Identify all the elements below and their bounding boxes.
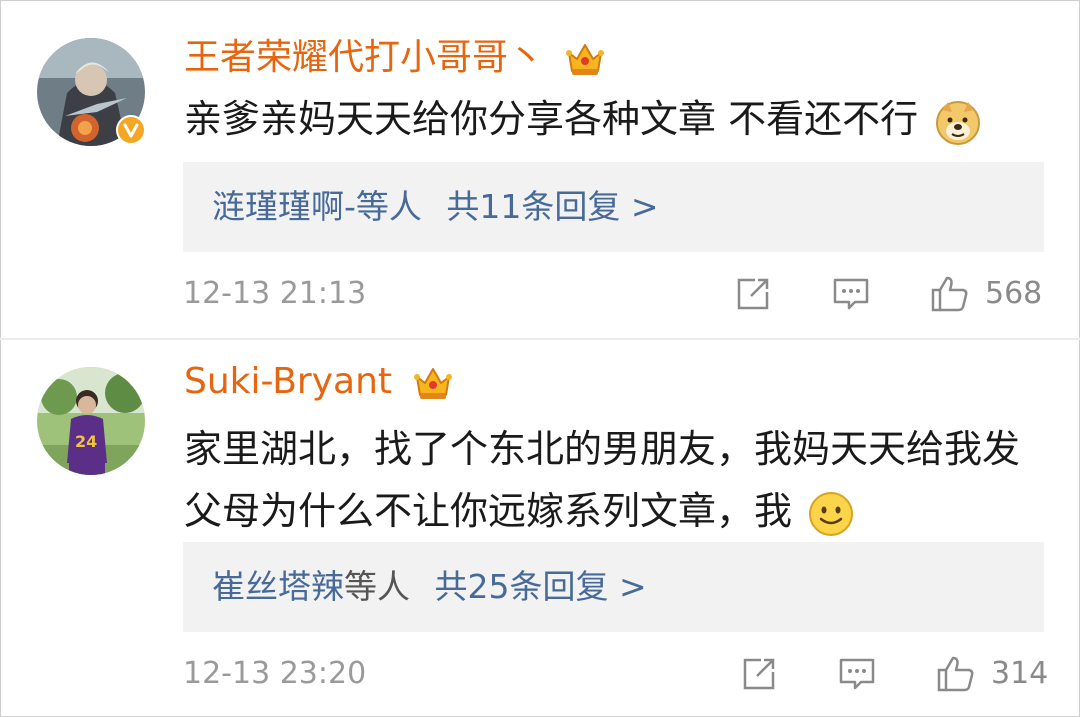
comment-item: 24 Suki-Bryant 家里湖北，找了个东北的男朋友，我妈天天给我发 父母… [0,340,1080,717]
reply-users-suffix: 等人 [344,567,410,606]
comment-footer: 12-13 21:13 568 [183,274,1044,318]
comment-text-line-2: 父母为什么不让你远嫁系列文章，我 [184,480,1020,542]
like-count: 314 [991,656,1049,691]
username-text[interactable]: 王者荣耀代打小哥哥 [184,37,508,78]
comment-icon[interactable] [837,654,877,694]
like-icon[interactable] [929,274,971,314]
crown-icon [414,368,453,399]
crown-icon [566,44,605,75]
doge-emoji-icon [936,100,981,145]
reply-preview[interactable]: 崔丝塔辣等人 共25条回复 > [183,542,1044,632]
comment-text: 亲爹亲妈天天给你分享各种文章 不看还不行 [184,88,982,150]
comment-item: 王者荣耀代打小哥哥丶 亲爹亲妈天天给你分享各种文章 不看还不行 涟瑾瑾啊-等人 … [0,0,1080,338]
avatar[interactable]: 24 [37,367,145,475]
reply-count-link[interactable]: 共25条回复 > [435,567,647,606]
share-icon[interactable] [733,274,773,314]
comment-text-line: 家里湖北，找了个东北的男朋友，我妈天天给我发 [184,427,1021,471]
share-icon[interactable] [739,654,779,694]
username-text[interactable]: Suki-Bryant [184,361,392,402]
reply-count-link[interactable]: 共11条回复 > [446,187,658,226]
username[interactable]: Suki-Bryant [184,360,453,404]
username-suffix: 丶 [508,37,545,78]
reply-users[interactable]: 崔丝塔辣 [212,567,344,606]
comment-time: 12-13 23:20 [183,656,367,691]
comment-text-line: 父母为什么不让你远嫁系列文章，我 [184,489,793,533]
comment-text-line: 亲爹亲妈天天给你分享各种文章 不看还不行 [184,97,919,141]
svg-text:24: 24 [75,432,97,451]
comment-footer: 12-13 23:20 314 [183,654,1048,698]
reply-preview[interactable]: 涟瑾瑾啊-等人 共11条回复 > [183,162,1044,252]
like-count: 568 [985,276,1043,311]
like-icon[interactable] [935,654,977,694]
reply-users[interactable]: 涟瑾瑾啊-等人 [212,187,422,226]
comment-time: 12-13 21:13 [183,276,367,311]
smile-emoji-icon [809,491,854,536]
comment-icon[interactable] [831,274,871,314]
username[interactable]: 王者荣耀代打小哥哥丶 [184,36,605,80]
comment-text: 家里湖北，找了个东北的男朋友，我妈天天给我发 父母为什么不让你远嫁系列文章，我 [184,418,1020,542]
verified-badge-icon [116,115,146,145]
